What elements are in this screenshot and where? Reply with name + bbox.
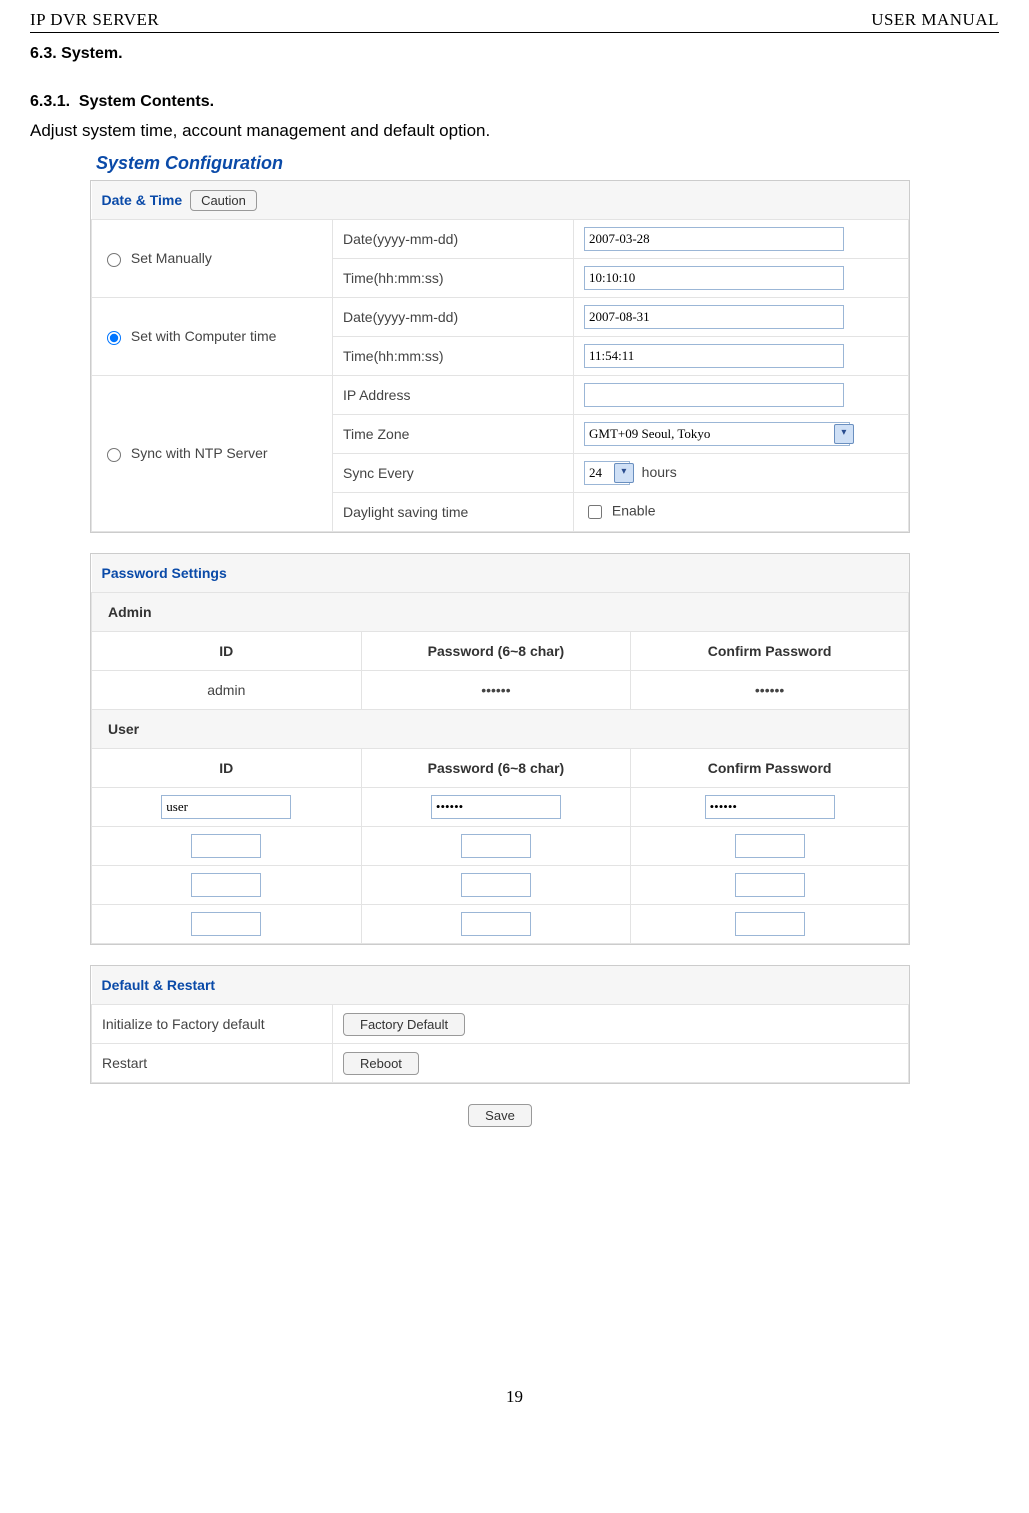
pw-cf-header: Confirm Password xyxy=(631,632,909,671)
admin-pw: •••••• xyxy=(481,682,510,698)
tz-select[interactable] xyxy=(584,422,850,446)
page-number: 19 xyxy=(30,1387,999,1407)
set-manually-label: Set Manually xyxy=(131,250,212,266)
user-row xyxy=(92,866,909,905)
user-pw-2[interactable] xyxy=(461,873,531,897)
radio-sync-ntp[interactable] xyxy=(107,448,121,462)
sync-every-label: Sync Every xyxy=(343,465,414,481)
tz-label: Time Zone xyxy=(343,426,409,442)
radio-set-manually[interactable] xyxy=(107,253,121,267)
chevron-down-icon[interactable]: ▾ xyxy=(834,424,854,444)
system-configuration-title: System Configuration xyxy=(90,147,910,180)
heading-6-3-title: System. xyxy=(61,45,122,62)
default-restart-panel: Default & Restart Initialize to Factory … xyxy=(90,965,910,1084)
dst-label: Daylight saving time xyxy=(343,504,468,520)
pw-admin-label: Admin xyxy=(108,604,152,620)
pw-pw-header: Password (6~8 char) xyxy=(361,632,631,671)
user-pw-0[interactable] xyxy=(431,795,561,819)
restart-label: Restart xyxy=(102,1055,147,1071)
admin-id: admin xyxy=(207,682,245,698)
date-time-title: Date & Time xyxy=(102,192,183,208)
user-pw-3[interactable] xyxy=(461,912,531,936)
comp-time-input[interactable] xyxy=(584,344,844,368)
user-pw-1[interactable] xyxy=(461,834,531,858)
factory-default-button[interactable]: Factory Default xyxy=(343,1013,465,1036)
date-time-panel: Date & Time Caution Set Manually Date(yy… xyxy=(90,180,910,533)
hours-label: hours xyxy=(642,464,677,480)
user-id-2[interactable] xyxy=(191,873,261,897)
admin-cf: •••••• xyxy=(755,682,784,698)
pw-id-header2: ID xyxy=(92,749,362,788)
save-button[interactable]: Save xyxy=(468,1104,532,1127)
user-id-3[interactable] xyxy=(191,912,261,936)
set-computer-label: Set with Computer time xyxy=(131,328,277,344)
chevron-down-icon[interactable]: ▾ xyxy=(614,463,634,483)
ntp-ip-label: IP Address xyxy=(343,387,410,403)
pw-title: Password Settings xyxy=(102,565,227,581)
heading-6-3-num: 6.3. xyxy=(30,45,57,62)
comp-date-label: Date(yyyy-mm-dd) xyxy=(343,309,458,325)
pw-user-label: User xyxy=(108,721,139,737)
password-settings-panel: Password Settings Admin ID Password (6~8… xyxy=(90,553,910,945)
heading-6-3-1: 6.3.1. System Contents. xyxy=(30,93,999,111)
heading-6-3: 6.3. System. xyxy=(30,45,999,63)
manual-time-label: Time(hh:mm:ss) xyxy=(343,270,444,286)
user-cf-2[interactable] xyxy=(735,873,805,897)
user-cf-3[interactable] xyxy=(735,912,805,936)
comp-time-label: Time(hh:mm:ss) xyxy=(343,348,444,364)
user-cf-1[interactable] xyxy=(735,834,805,858)
comp-date-input[interactable] xyxy=(584,305,844,329)
dst-checkbox[interactable] xyxy=(588,505,602,519)
ntp-ip-input[interactable] xyxy=(584,383,844,407)
user-row xyxy=(92,788,909,827)
pw-id-header: ID xyxy=(92,632,362,671)
pw-pw-header2: Password (6~8 char) xyxy=(361,749,631,788)
init-label: Initialize to Factory default xyxy=(102,1016,265,1032)
user-id-0[interactable] xyxy=(161,795,291,819)
radio-set-computer[interactable] xyxy=(107,331,121,345)
heading-6-3-1-num: 6.3.1. xyxy=(30,93,70,110)
header-right: USER MANUAL xyxy=(871,10,999,30)
caution-button[interactable]: Caution xyxy=(190,190,257,211)
user-row xyxy=(92,905,909,944)
user-id-1[interactable] xyxy=(191,834,261,858)
sync-ntp-label: Sync with NTP Server xyxy=(131,445,268,461)
manual-date-label: Date(yyyy-mm-dd) xyxy=(343,231,458,247)
pw-cf-header2: Confirm Password xyxy=(631,749,909,788)
section-desc: Adjust system time, account management a… xyxy=(30,121,999,141)
heading-6-3-1-title: System Contents. xyxy=(79,93,214,110)
dst-enable-label: Enable xyxy=(612,503,656,519)
manual-time-input[interactable] xyxy=(584,266,844,290)
manual-date-input[interactable] xyxy=(584,227,844,251)
user-row xyxy=(92,827,909,866)
header-left: IP DVR SERVER xyxy=(30,10,159,30)
reboot-button[interactable]: Reboot xyxy=(343,1052,419,1075)
def-title: Default & Restart xyxy=(102,977,216,993)
user-cf-0[interactable] xyxy=(705,795,835,819)
running-header: IP DVR SERVER USER MANUAL xyxy=(30,10,999,33)
